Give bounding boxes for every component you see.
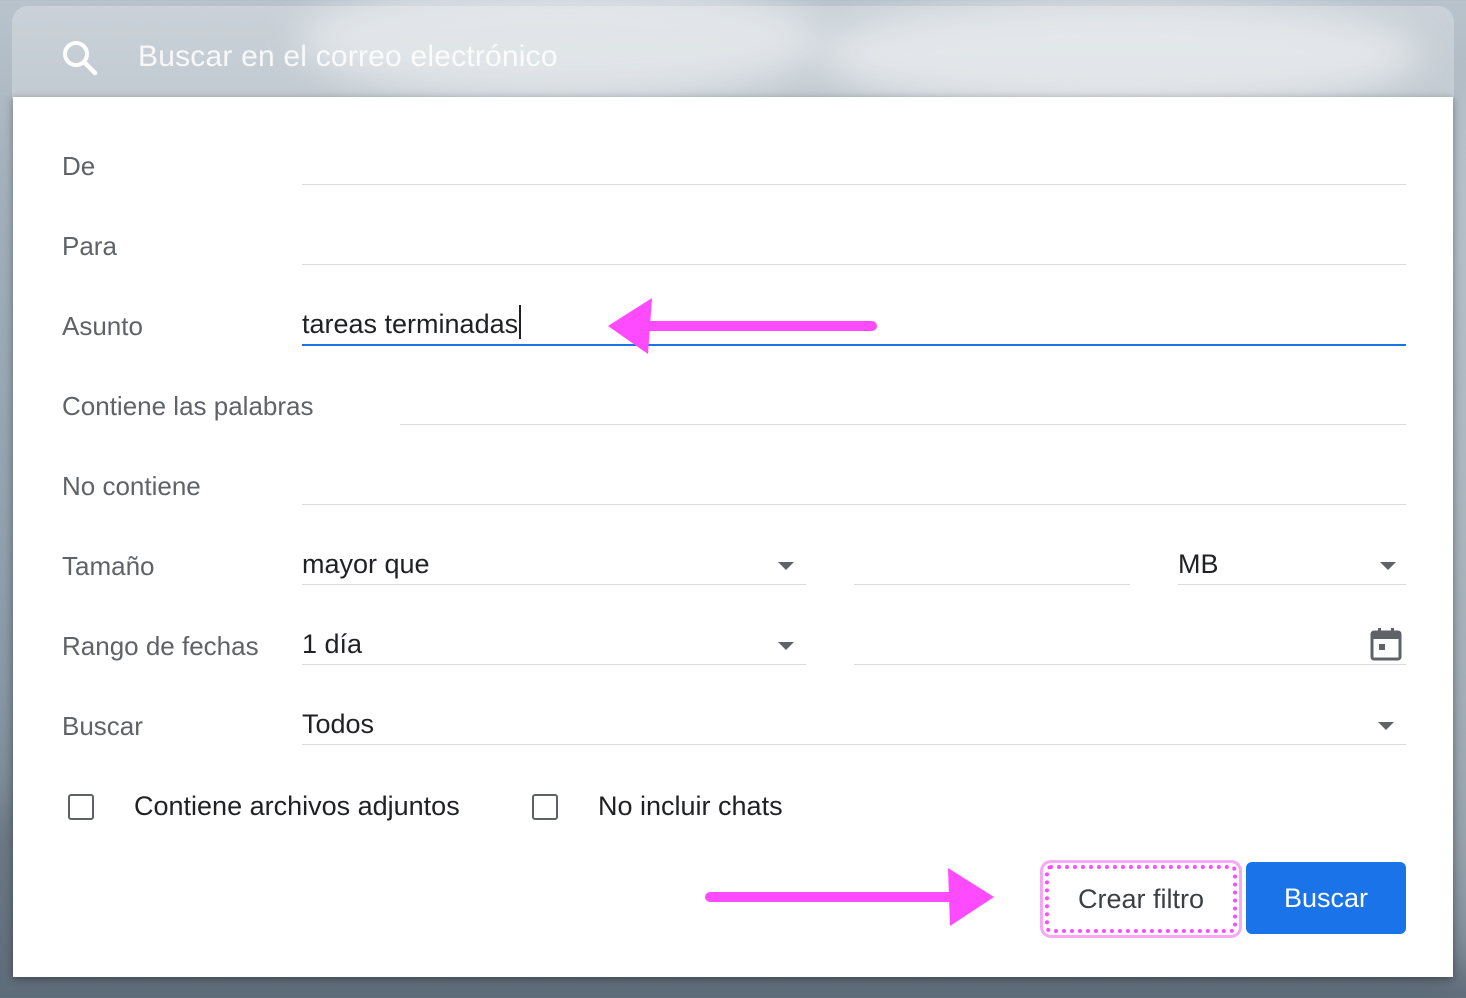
date-range-label: Rango de fechas [62,631,259,661]
size-unit-select[interactable]: MB [1178,544,1406,585]
chevron-down-icon [1380,562,1396,570]
has-words-field[interactable] [400,384,1406,425]
calendar-icon[interactable] [1370,627,1402,661]
subject-label: Asunto [62,311,143,341]
has-words-label: Contiene las palabras [62,391,314,421]
from-field[interactable] [302,144,1406,185]
search-bar[interactable]: Buscar en el correo electrónico [12,6,1454,98]
chevron-down-icon [778,562,794,570]
exclude-chats-checkbox[interactable] [532,794,558,820]
chevron-down-icon [778,642,794,650]
text-cursor [519,305,522,339]
annotation-arrow-left [608,298,877,354]
has-attachment-label[interactable]: Contiene archivos adjuntos [134,791,460,822]
search-button[interactable]: Buscar [1246,862,1406,934]
annotation-arrow-right [705,868,994,926]
to-field[interactable] [302,224,1406,265]
exclude-chats-label[interactable]: No incluir chats [598,791,783,822]
from-label: De [62,151,96,181]
search-in-select[interactable]: Todos [302,704,1406,745]
advanced-search-panel: De Para Asunto tareas terminadas Contien… [13,97,1453,977]
date-range-select[interactable]: 1 día [302,624,806,665]
subject-value: tareas terminadas [302,309,519,339]
search-input[interactable]: Buscar en el correo electrónico [138,40,558,74]
date-field[interactable] [854,624,1406,665]
search-in-label: Buscar [62,711,143,741]
chevron-down-icon [1378,722,1394,730]
to-label: Para [62,231,117,261]
has-attachment-checkbox[interactable] [68,794,94,820]
create-filter-button[interactable]: Crear filtro [1040,860,1242,938]
doesnt-have-label: No contiene [62,471,201,501]
doesnt-have-field[interactable] [302,464,1406,505]
search-icon[interactable] [60,38,100,78]
size-operator-select[interactable]: mayor que [302,544,806,585]
size-label: Tamaño [62,551,155,581]
size-value-field[interactable] [854,544,1130,585]
